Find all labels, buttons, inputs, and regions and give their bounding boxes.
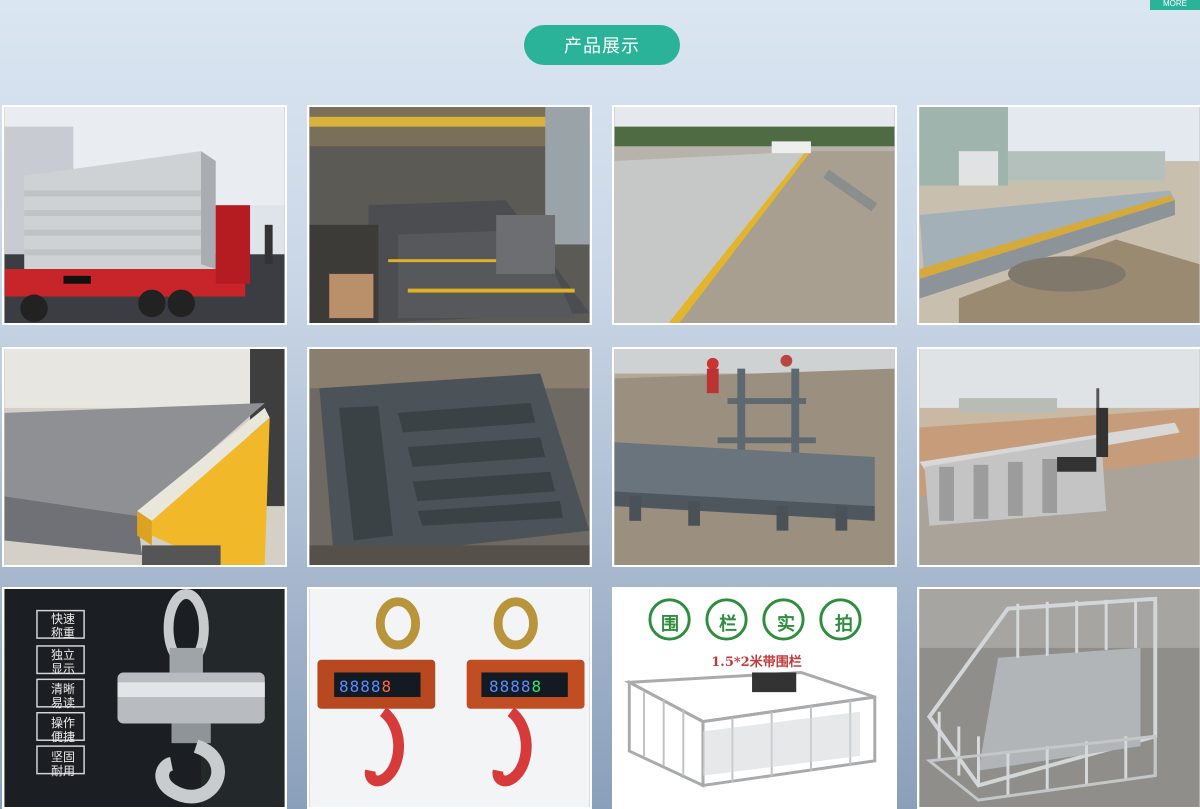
product-card-9[interactable]: 快速 称重 独立 显示 清晰 易读 操作 便捷 坚固 耐用	[2, 587, 287, 809]
product-card-5[interactable]	[2, 347, 287, 567]
feature-label-4: 操作 便捷	[50, 716, 75, 744]
more-link[interactable]: MORE	[1150, 0, 1200, 10]
product-card-10[interactable]: 88888 88888	[307, 587, 592, 809]
section-title: 产品展示	[524, 25, 680, 65]
product-card-11[interactable]: 围 栏 实 拍 1.5*2米带围栏	[612, 587, 897, 809]
product-image	[4, 107, 285, 323]
product-card-2[interactable]	[307, 105, 592, 325]
fence-char-4: 拍	[835, 614, 853, 635]
product-image	[309, 589, 590, 807]
fence-char-2: 栏	[719, 614, 737, 635]
fence-char-1: 围	[661, 614, 679, 635]
product-image	[919, 589, 1200, 807]
feature-label-3: 清晰 易读	[50, 682, 75, 710]
product-card-12[interactable]	[917, 587, 1200, 809]
digital-display-2: 88888	[489, 677, 543, 696]
product-card-4[interactable]	[917, 105, 1200, 325]
product-image	[4, 349, 285, 565]
digital-display-1: 88888	[339, 677, 393, 696]
product-image	[614, 107, 895, 323]
product-image	[919, 107, 1200, 323]
product-card-6[interactable]	[307, 347, 592, 567]
fence-caption: 1.5*2米带围栏	[711, 655, 802, 670]
product-card-7[interactable]	[612, 347, 897, 567]
product-image	[614, 349, 895, 565]
feature-label-5: 坚固 耐用	[50, 750, 75, 778]
product-card-8[interactable]	[917, 347, 1200, 567]
fence-char-3: 实	[777, 614, 795, 635]
product-image	[309, 107, 590, 323]
product-image	[919, 349, 1200, 565]
product-card-3[interactable]	[612, 105, 897, 325]
product-card-1[interactable]	[2, 105, 287, 325]
feature-label-1: 快速 称重	[50, 612, 75, 640]
product-image	[309, 349, 590, 565]
feature-label-2: 独立 显示	[50, 648, 75, 676]
